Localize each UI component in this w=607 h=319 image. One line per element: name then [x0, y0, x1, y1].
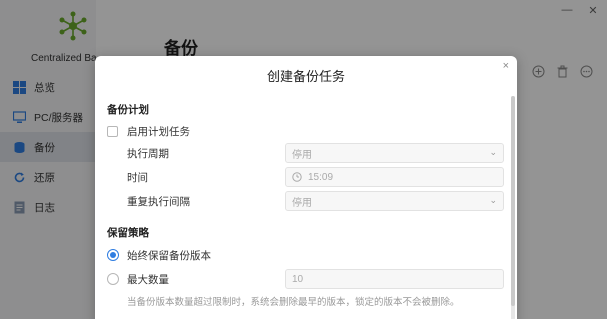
section-title-retention: 保留策略 [107, 227, 149, 239]
repeat-label: 重复执行间隔 [127, 195, 190, 208]
enable-schedule-row: 启用计划任务 [95, 120, 505, 142]
time-row: 时间 15:09 [95, 166, 505, 188]
chevron-down-icon: ⌄ [489, 147, 497, 157]
retention-hint: 当备份版本数量超过限制时，系统会删除最早的版本，锁定的版本不会被删除。 [127, 297, 460, 308]
time-label: 时间 [127, 171, 148, 184]
period-label: 执行周期 [127, 147, 169, 160]
keep-all-label: 始终保留备份版本 [127, 249, 211, 262]
period-select[interactable]: 停用 ⌄ [285, 143, 504, 163]
enable-schedule-label: 启用计划任务 [127, 125, 190, 138]
keep-all-row: 始终保留备份版本 [95, 244, 505, 266]
max-count-input-value: 10 [292, 273, 304, 285]
keep-all-radio[interactable] [107, 249, 119, 261]
time-input-value: 15:09 [308, 171, 334, 183]
max-count-label: 最大数量 [127, 273, 169, 286]
max-count-input[interactable]: 10 [285, 269, 504, 289]
max-count-row: 最大数量 10 [95, 268, 505, 290]
scrollbar-thumb[interactable] [511, 96, 515, 306]
dialog-scrollbar[interactable] [511, 96, 515, 319]
time-input[interactable]: 15:09 [285, 167, 504, 187]
repeat-row: 重复执行间隔 停用 ⌄ [95, 190, 505, 212]
period-row: 执行周期 停用 ⌄ [95, 142, 505, 164]
max-count-radio[interactable] [107, 273, 119, 285]
repeat-select-value: 停用 [292, 197, 312, 209]
dialog-title: 创建备份任务 [266, 69, 345, 84]
enable-schedule-checkbox[interactable] [107, 125, 118, 137]
close-icon[interactable]: × [503, 60, 509, 72]
period-select-value: 停用 [292, 149, 312, 161]
chevron-down-icon: ⌄ [489, 195, 497, 205]
section-title-schedule: 备份计划 [107, 104, 149, 116]
repeat-select[interactable]: 停用 ⌄ [285, 191, 504, 211]
create-backup-task-dialog: 创建备份任务 × 备份计划 启用计划任务 执行周期 停用 ⌄ 时间 15:09 … [95, 56, 517, 319]
clock-icon [292, 172, 303, 183]
